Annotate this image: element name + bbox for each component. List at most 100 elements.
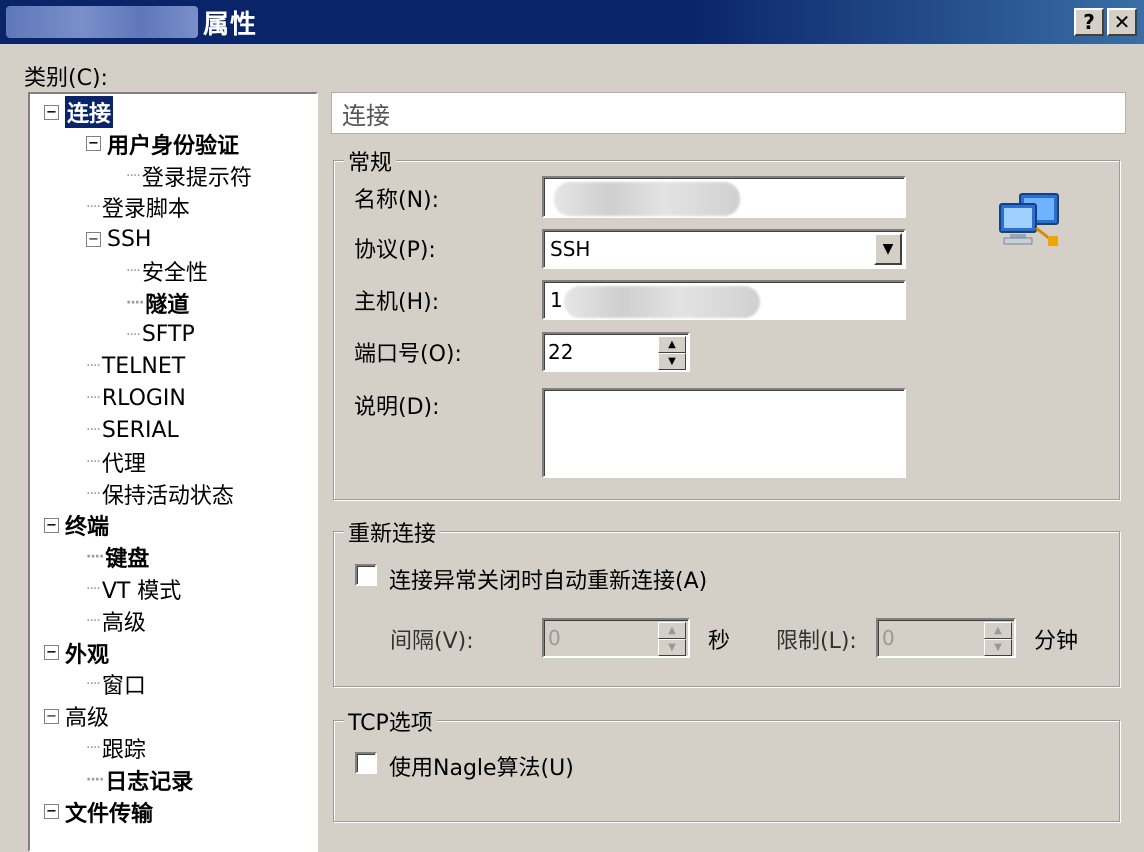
auto-reconnect-label[interactable]: 连接异常关闭时自动重新连接(A): [389, 563, 707, 595]
tree-item-label: 窗口: [101, 674, 146, 700]
collapse-icon[interactable]: −: [44, 645, 59, 661]
tree-item[interactable]: ···· SERIAL: [86, 414, 179, 446]
spin-up-icon[interactable]: ▲: [658, 622, 686, 639]
tree-item-label: 用户身份验证: [107, 133, 240, 159]
protocol-label: 协议(P):: [354, 238, 436, 263]
interval-label: 间隔(V):: [390, 629, 474, 654]
tree-connector: ····: [86, 549, 104, 566]
port-spin[interactable]: ▲ ▼: [658, 336, 686, 370]
tree-item[interactable]: − 外观: [44, 637, 109, 669]
tree-connector: ····: [86, 199, 101, 216]
protocol-value: SSH: [550, 237, 591, 261]
close-button[interactable]: ✕: [1107, 8, 1137, 36]
section-title: 连接: [331, 92, 1126, 134]
collapse-icon[interactable]: −: [44, 104, 59, 120]
tree-connector: ····: [86, 390, 101, 407]
protocol-select[interactable]: SSH ▼: [542, 229, 906, 269]
tree-item-label: 连接: [65, 96, 114, 128]
tree-item[interactable]: ···· RLOGIN: [86, 382, 186, 414]
tree-item-label: 键盘: [105, 547, 150, 573]
tree-item-label: 高级: [101, 610, 146, 636]
collapse-icon[interactable]: −: [86, 136, 101, 152]
auto-reconnect-checkbox[interactable]: [355, 564, 377, 586]
tree-item-label: 终端: [65, 515, 110, 541]
limit-spin[interactable]: ▲ ▼: [984, 622, 1012, 656]
tree-item[interactable]: ···· VT 模式: [86, 573, 181, 605]
app-name-blurred: [6, 6, 198, 38]
port-stepper[interactable]: 22 ▲ ▼: [542, 332, 690, 372]
tree-item[interactable]: ···· 跟踪: [86, 732, 146, 764]
tree-item[interactable]: − 终端: [44, 509, 109, 541]
chevron-down-icon[interactable]: ▼: [874, 233, 902, 265]
tree-item[interactable]: ···· SFTP: [126, 319, 195, 351]
tree-item-label: 高级: [65, 706, 110, 732]
interval-spin[interactable]: ▲ ▼: [658, 622, 686, 656]
name-value-blurred: [554, 182, 740, 216]
tree-connector: ····: [86, 485, 101, 502]
tree-item-label: 保持活动状态: [101, 483, 234, 509]
nagle-checkbox[interactable]: [355, 752, 377, 774]
tree-connector: ····: [86, 453, 101, 470]
tree-item[interactable]: ···· 隧道: [126, 287, 189, 319]
port-label: 端口号(O):: [354, 342, 462, 367]
host-label: 主机(H):: [354, 290, 440, 315]
interval-unit: 秒: [708, 629, 731, 654]
limit-label: 限制(L):: [776, 629, 857, 654]
tree-connector: ····: [86, 771, 104, 788]
category-tree[interactable]: − 连接 − 用户身份验证 ···· 登录提示符 ···· 登录脚本 − SSH ···· 安全性 ··…: [28, 92, 318, 852]
interval-value: 0: [548, 626, 561, 650]
tree-item-label: 日志记录: [105, 769, 194, 795]
tree-item[interactable]: ···· 代理: [86, 446, 146, 478]
network-computers-icon: [999, 193, 1059, 246]
name-label: 名称(N):: [354, 188, 440, 213]
tree-item[interactable]: ···· 安全性: [126, 255, 208, 287]
host-value-blurred: [564, 286, 760, 318]
spin-down-icon[interactable]: ▼: [658, 353, 686, 370]
tree-item[interactable]: − 文件传输: [44, 796, 153, 828]
tree-connector: ····: [86, 581, 101, 597]
tree-item[interactable]: − 高级: [44, 700, 109, 732]
spin-up-icon[interactable]: ▲: [984, 622, 1012, 639]
reconnect-group: 重新连接: [333, 516, 1120, 687]
tree-item[interactable]: ···· 窗口: [86, 668, 146, 700]
collapse-icon[interactable]: −: [44, 804, 59, 820]
tree-item[interactable]: ···· 登录提示符: [126, 160, 252, 192]
collapse-icon[interactable]: −: [44, 517, 59, 533]
limit-stepper[interactable]: 0 ▲ ▼: [876, 618, 1016, 658]
name-field[interactable]: [542, 176, 906, 218]
help-button[interactable]: ?: [1074, 8, 1104, 36]
tree-connector: ····: [86, 358, 101, 375]
host-field[interactable]: 1: [542, 280, 906, 320]
title-bar[interactable]: 属性 ? ✕: [0, 0, 1144, 44]
window-title: 属性: [203, 10, 258, 40]
spin-down-icon[interactable]: ▼: [658, 639, 686, 656]
tree-connector: ····: [126, 167, 141, 184]
tree-item[interactable]: − 连接: [44, 96, 114, 128]
general-group-title: 常规: [344, 145, 397, 177]
spin-down-icon[interactable]: ▼: [984, 639, 1012, 656]
tree-item-label: 登录提示符: [141, 165, 252, 191]
host-value: 1: [550, 288, 563, 312]
tree-item-label: VT 模式: [101, 579, 182, 604]
tree-item-label: SSH: [107, 226, 152, 252]
tree-item[interactable]: − SSH: [86, 223, 151, 255]
tree-item[interactable]: ···· 登录脚本: [86, 191, 190, 223]
tree-item-label: 代理: [101, 451, 146, 477]
tree-connector: ····: [126, 294, 144, 311]
spin-up-icon[interactable]: ▲: [658, 336, 686, 353]
port-value: 22: [548, 340, 574, 364]
tree-connector: ····: [86, 740, 101, 756]
description-field[interactable]: [542, 388, 906, 478]
tree-item[interactable]: ···· TELNET: [86, 350, 185, 382]
tree-connector: ····: [126, 326, 141, 343]
interval-stepper[interactable]: 0 ▲ ▼: [542, 618, 690, 658]
nagle-label[interactable]: 使用Nagle算法(U): [389, 750, 574, 782]
tree-item[interactable]: ···· 高级: [86, 605, 146, 637]
tree-item[interactable]: ···· 保持活动状态: [86, 478, 234, 510]
tree-item[interactable]: − 用户身份验证: [86, 128, 239, 160]
tree-item[interactable]: ···· 键盘: [86, 541, 149, 573]
tree-item[interactable]: ···· 日志记录: [86, 764, 193, 796]
collapse-icon[interactable]: −: [86, 231, 101, 247]
collapse-icon[interactable]: −: [44, 708, 59, 724]
tree-connector: ····: [126, 263, 141, 279]
